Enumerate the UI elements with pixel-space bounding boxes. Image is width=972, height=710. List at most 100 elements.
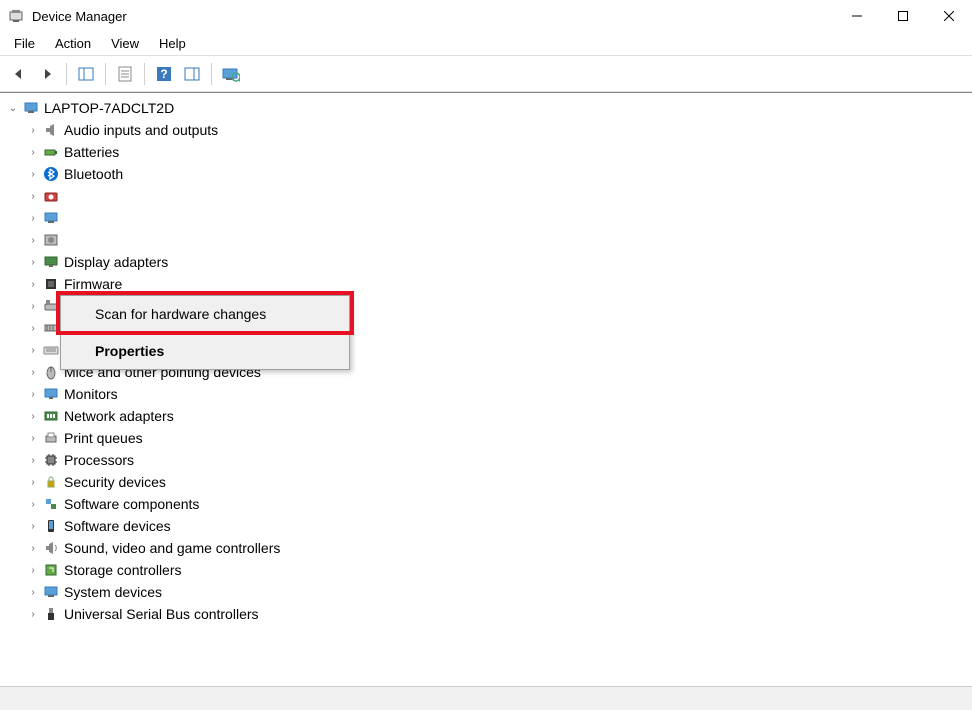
help-button[interactable]: ?	[151, 61, 177, 87]
system-icon	[42, 583, 60, 601]
tree-category-node[interactable]: ›Print queues	[22, 427, 970, 449]
menu-file[interactable]: File	[4, 34, 45, 53]
firmware-icon	[42, 275, 60, 293]
context-properties[interactable]: Properties	[63, 335, 347, 367]
app-icon	[8, 8, 24, 24]
tree-category-label: Sound, video and game controllers	[64, 540, 280, 556]
statusbar	[0, 686, 972, 710]
forward-button[interactable]	[34, 61, 60, 87]
camera-icon	[42, 187, 60, 205]
show-hide-console-tree-button[interactable]	[73, 61, 99, 87]
chevron-right-icon[interactable]: ›	[26, 145, 40, 159]
tree-category-node[interactable]: ›Universal Serial Bus controllers	[22, 603, 970, 625]
chevron-right-icon[interactable]: ›	[26, 497, 40, 511]
tree-root-node[interactable]: ⌄ LAPTOP-7ADCLT2D	[2, 97, 970, 119]
titlebar: Device Manager	[0, 0, 972, 32]
tree-category-node[interactable]: › Software devices	[22, 515, 970, 537]
tree-category-label: Monitors	[64, 386, 118, 402]
chevron-right-icon[interactable]: ›	[26, 431, 40, 445]
display-icon	[42, 253, 60, 271]
tree-category-node[interactable]: ›	[22, 185, 970, 207]
back-button[interactable]	[6, 61, 32, 87]
chevron-right-icon[interactable]: ›	[26, 211, 40, 225]
tree-category-node[interactable]: › Monitors	[22, 383, 970, 405]
arrow-left-icon	[11, 66, 27, 82]
tree-category-label: Storage controllers	[64, 562, 182, 578]
tree-pane-icon	[78, 66, 94, 82]
close-button[interactable]	[926, 0, 972, 32]
chevron-right-icon[interactable]: ›	[26, 387, 40, 401]
tree-category-node[interactable]: ›Software components	[22, 493, 970, 515]
tree-category-node[interactable]: ›Bluetooth	[22, 163, 970, 185]
chevron-right-icon[interactable]: ›	[26, 607, 40, 621]
toolbar: ?	[0, 56, 972, 92]
tree-root-label: LAPTOP-7ADCLT2D	[44, 100, 174, 116]
toolbar-separator	[105, 63, 106, 85]
tree-category-node[interactable]: › Audio inputs and outputs	[22, 119, 970, 141]
chevron-right-icon[interactable]: ›	[26, 233, 40, 247]
tree-category-node[interactable]: ›	[22, 229, 970, 251]
chevron-right-icon[interactable]: ›	[26, 365, 40, 379]
network-icon	[42, 407, 60, 425]
tree-category-node[interactable]: › System devices	[22, 581, 970, 603]
svg-text:?: ?	[160, 67, 167, 81]
chevron-right-icon[interactable]: ›	[26, 409, 40, 423]
tree-category-node[interactable]: › Processors	[22, 449, 970, 471]
keyboard-icon	[42, 341, 60, 359]
chevron-right-icon[interactable]: ›	[26, 563, 40, 577]
tree-category-node[interactable]: › Sound, video and game controllers	[22, 537, 970, 559]
chevron-right-icon[interactable]: ›	[26, 541, 40, 555]
chevron-right-icon[interactable]: ›	[26, 475, 40, 489]
properties-button[interactable]	[112, 61, 138, 87]
tree-category-node[interactable]: › Security devices	[22, 471, 970, 493]
security-icon	[42, 473, 60, 491]
toolbar-separator	[66, 63, 67, 85]
chevron-right-icon[interactable]: ›	[26, 453, 40, 467]
context-scan-hardware[interactable]: Scan for hardware changes	[63, 298, 347, 330]
action-pane-button[interactable]	[179, 61, 205, 87]
chevron-right-icon[interactable]: ›	[26, 277, 40, 291]
tree-category-node[interactable]: › Firmware	[22, 273, 970, 295]
device-tree-pane[interactable]: ⌄ LAPTOP-7ADCLT2D › Audio inputs and outp…	[0, 92, 972, 686]
menu-help[interactable]: Help	[149, 34, 196, 53]
software-comp-icon	[42, 495, 60, 513]
tree-category-label: Firmware	[64, 276, 122, 292]
tree-category-label: Security devices	[64, 474, 166, 490]
chevron-right-icon[interactable]: ›	[26, 167, 40, 181]
usb-icon	[42, 605, 60, 623]
toolbar-separator	[144, 63, 145, 85]
tree-category-label: Audio inputs and outputs	[64, 122, 218, 138]
sound-icon	[42, 539, 60, 557]
context-menu: Scan for hardware changes Properties	[60, 295, 350, 370]
audio-icon	[42, 121, 60, 139]
scan-hardware-icon	[222, 66, 240, 82]
menu-action[interactable]: Action	[45, 34, 101, 53]
chevron-right-icon[interactable]: ›	[26, 585, 40, 599]
chevron-right-icon[interactable]: ›	[26, 343, 40, 357]
computer-icon	[42, 209, 60, 227]
chevron-right-icon[interactable]: ›	[26, 123, 40, 137]
tree-category-label: Network adapters	[64, 408, 174, 424]
scan-hardware-button[interactable]	[218, 61, 244, 87]
minimize-button[interactable]	[834, 0, 880, 32]
chevron-right-icon[interactable]: ›	[26, 255, 40, 269]
tree-category-node[interactable]: ›Display adapters	[22, 251, 970, 273]
maximize-button[interactable]	[880, 0, 926, 32]
tree-category-node[interactable]: ›Batteries	[22, 141, 970, 163]
tree-category-node[interactable]: ›	[22, 207, 970, 229]
context-separator	[64, 332, 346, 333]
chevron-right-icon[interactable]: ›	[26, 321, 40, 335]
chevron-right-icon[interactable]: ›	[26, 189, 40, 203]
chevron-right-icon[interactable]: ›	[26, 519, 40, 533]
computer-icon	[22, 99, 40, 117]
chevron-down-icon[interactable]: ⌄	[6, 101, 20, 115]
tree-category-node[interactable]: › Storage controllers	[22, 559, 970, 581]
tree-category-node[interactable]: › Network adapters	[22, 405, 970, 427]
chevron-right-icon[interactable]: ›	[26, 299, 40, 313]
tree-category-label: Processors	[64, 452, 134, 468]
battery-icon	[42, 143, 60, 161]
menu-view[interactable]: View	[101, 34, 149, 53]
properties-sheet-icon	[117, 66, 133, 82]
tree-category-label: System devices	[64, 584, 162, 600]
tree-category-label: Software devices	[64, 518, 171, 534]
